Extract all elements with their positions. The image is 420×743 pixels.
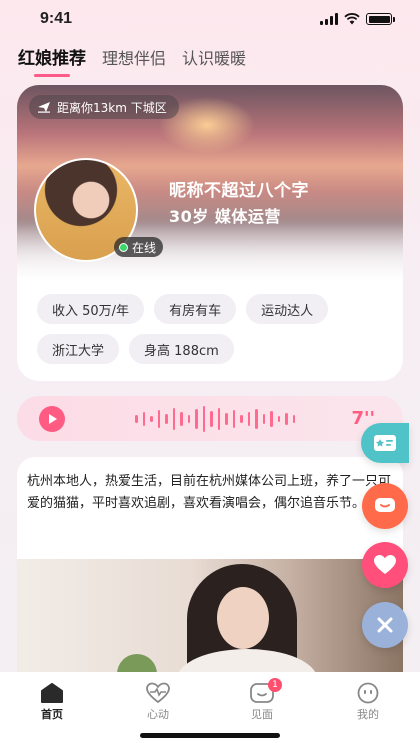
tab-ideal-partner[interactable]: 理想伴侣 <box>102 45 166 69</box>
nav-heartbeat[interactable]: 心动 <box>128 682 188 722</box>
close-icon <box>377 617 393 633</box>
distance-text: 距离你13km 下城区 <box>57 100 167 115</box>
waveform-icon <box>135 406 295 432</box>
dismiss-button[interactable] <box>362 602 408 648</box>
wifi-icon <box>344 13 360 25</box>
bio-text: 杭州本地人，热爱生活，目前在杭州媒体公司上班，养了一只可爱的猫猫，平时喜欢追剧，… <box>27 474 392 511</box>
bio-card: 杭州本地人，热爱生活，目前在杭州媒体公司上班，养了一只可爱的猫猫，平时喜欢追剧，… <box>17 457 403 677</box>
tag-income: 收入 50万/年 <box>37 294 145 324</box>
top-tabs: 红娘推荐 理想伴侣 认识暖暖 <box>18 44 246 77</box>
like-button[interactable] <box>362 542 408 588</box>
nav-meet[interactable]: 1 见面 <box>232 678 292 722</box>
online-badge: 在线 <box>114 237 164 257</box>
battery-icon <box>366 13 395 25</box>
nav-mine-label: 我的 <box>357 708 379 721</box>
profile-face-icon <box>357 682 379 704</box>
status-bar: 9:41 <box>0 0 420 40</box>
online-dot-icon <box>119 242 128 252</box>
nav-home[interactable]: 首页 <box>22 682 82 722</box>
profile-tags: 收入 50万/年 有房有车 运动达人 浙江大学 身高 188cm <box>37 294 397 364</box>
tag-house-car: 有房有车 <box>154 294 237 324</box>
tab-matchmaker-recommend[interactable]: 红娘推荐 <box>18 44 86 77</box>
tag-height: 身高 188cm <box>129 334 234 364</box>
voice-intro-bar[interactable]: 7'' <box>17 396 403 441</box>
tag-sports: 运动达人 <box>246 294 329 324</box>
play-icon[interactable] <box>39 406 65 432</box>
status-time: 9:41 <box>40 10 73 27</box>
chat-button[interactable] <box>362 483 408 529</box>
meet-badge: 1 <box>268 678 282 692</box>
chat-bubble-icon <box>375 498 395 512</box>
heartbeat-icon <box>146 682 170 704</box>
cellular-signal-icon <box>320 13 338 25</box>
online-text: 在线 <box>132 240 157 255</box>
id-card-icon <box>374 435 396 451</box>
id-card-button[interactable] <box>361 423 409 463</box>
nav-meet-label: 见面 <box>251 708 273 721</box>
heart-icon <box>374 555 396 574</box>
tab-meet-nuannuan[interactable]: 认识暖暖 <box>182 45 246 69</box>
nav-heartbeat-label: 心动 <box>147 708 169 721</box>
status-icons <box>320 13 395 25</box>
nav-mine[interactable]: 我的 <box>338 682 398 722</box>
age-occupation: 30岁 媒体运营 <box>169 207 281 226</box>
location-arrow-icon <box>38 102 50 113</box>
profile-photo[interactable] <box>17 559 403 677</box>
tag-university: 浙江大学 <box>37 334 120 364</box>
distance-pill: 距离你13km 下城区 <box>29 95 179 119</box>
nickname: 昵称不超过八个字 <box>169 181 309 201</box>
nav-home-label: 首页 <box>41 708 63 721</box>
home-icon <box>41 683 63 703</box>
profile-card[interactable]: 距离你13km 下城区 在线 昵称不超过八个字 30岁 媒体运营 收入 50万/… <box>17 85 403 381</box>
home-indicator <box>140 733 280 738</box>
